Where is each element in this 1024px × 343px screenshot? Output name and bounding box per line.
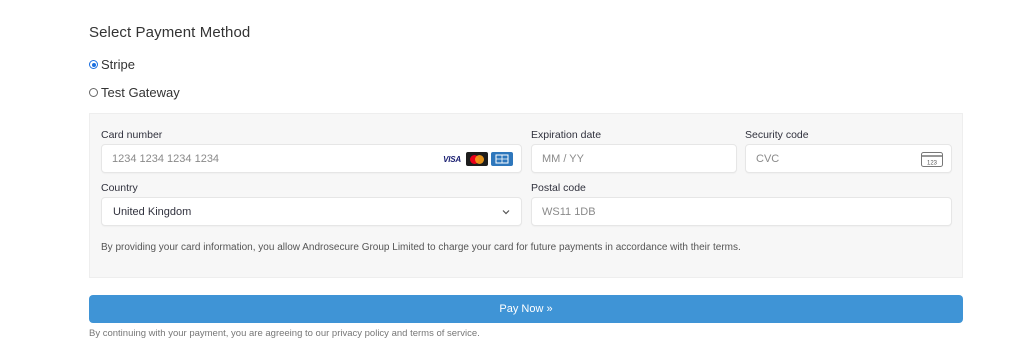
- postal-code-input[interactable]: [532, 198, 951, 225]
- security-code-label: Security code: [745, 129, 809, 141]
- expiration-input[interactable]: [532, 145, 736, 172]
- expiration-field[interactable]: [531, 144, 737, 173]
- card-details-panel: Card number VISA Expiration date Securit…: [89, 113, 963, 278]
- payment-method-test-gateway[interactable]: Test Gateway: [89, 85, 180, 100]
- card-authorization-notice: By providing your card information, you …: [101, 242, 741, 253]
- terms-footer-text: By continuing with your payment, you are…: [89, 328, 480, 339]
- card-cvc-icon: 123: [921, 152, 943, 167]
- svg-text:123: 123: [927, 161, 938, 167]
- country-label: Country: [101, 182, 138, 194]
- country-select[interactable]: United Kingdom: [101, 197, 522, 226]
- payment-method-label: Test Gateway: [101, 85, 180, 100]
- country-value: United Kingdom: [113, 206, 192, 218]
- security-code-field[interactable]: 123: [745, 144, 952, 173]
- expiration-label: Expiration date: [531, 129, 602, 141]
- pay-now-button[interactable]: Pay Now »: [89, 295, 963, 323]
- page-title: Select Payment Method: [89, 24, 251, 41]
- postal-code-field[interactable]: [531, 197, 952, 226]
- card-brands: VISA: [441, 152, 513, 166]
- payment-method-label: Stripe: [101, 57, 135, 72]
- chevron-down-icon: [502, 210, 510, 215]
- amex-icon: [491, 152, 513, 166]
- visa-icon: VISA: [441, 152, 463, 166]
- radio-selected-icon[interactable]: [89, 60, 98, 69]
- radio-unselected-icon[interactable]: [89, 88, 98, 97]
- postal-code-label: Postal code: [531, 182, 586, 194]
- payment-method-stripe[interactable]: Stripe: [89, 57, 135, 72]
- card-number-label: Card number: [101, 129, 163, 141]
- mastercard-icon: [466, 152, 488, 166]
- card-number-field[interactable]: VISA: [101, 144, 522, 173]
